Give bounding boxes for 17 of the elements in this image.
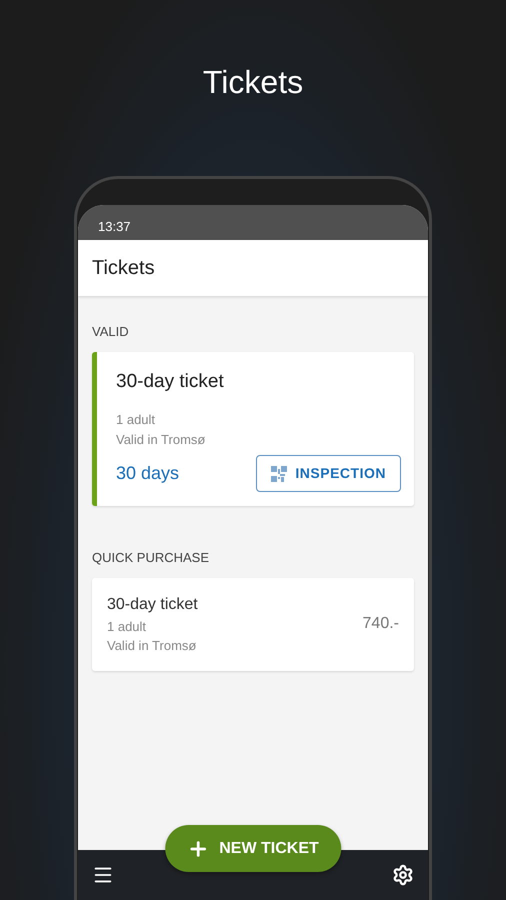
- ticket-price: 740.-: [362, 614, 399, 634]
- ticket-passengers: 1 adult: [116, 411, 156, 429]
- ticket-zone: Valid in Tromsø: [107, 637, 198, 655]
- ticket-remaining: 30 days: [116, 462, 180, 485]
- section-heading: QUICK PURCHASE: [92, 549, 210, 567]
- ticket-zone: Valid in Tromsø: [116, 430, 206, 448]
- new-ticket-button[interactable]: NEW TICKET: [165, 825, 341, 872]
- ticket-card[interactable]: 30-day ticket 1 adult Valid in Tromsø 30 days INSPECTION: [92, 352, 414, 506]
- app-bar-title: Tickets: [92, 256, 155, 281]
- inspection-button[interactable]: INSPECTION: [256, 455, 401, 492]
- section-heading: VALID: [92, 323, 130, 341]
- page-headline: Tickets: [202, 63, 304, 102]
- status-time: 13:37: [98, 218, 131, 236]
- purchase-card[interactable]: 30-day ticket 1 adult Valid in Tromsø 740.-: [92, 578, 414, 670]
- ticket-name: 30-day ticket: [107, 594, 198, 614]
- ticket-name: 30-day ticket: [116, 370, 225, 394]
- ticket-passengers: 1 adult: [107, 618, 148, 636]
